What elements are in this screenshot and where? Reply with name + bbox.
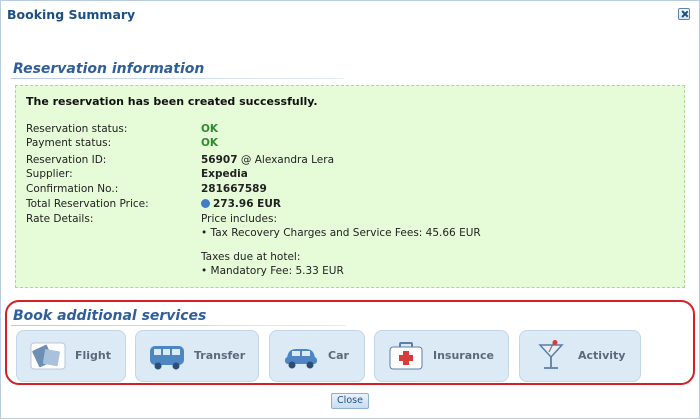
supplier-value: Expedia (201, 168, 248, 180)
service-label: Insurance (433, 349, 494, 362)
supplier-label: Supplier: (26, 168, 73, 180)
confirmation-label: Confirmation No.: (26, 183, 119, 195)
bus-icon (150, 346, 184, 370)
status-label: Reservation status: (26, 123, 128, 135)
success-message: The reservation has been created success… (26, 95, 318, 108)
service-insurance-button[interactable]: Insurance (374, 330, 509, 382)
first-aid-icon (389, 342, 423, 370)
payment-label: Payment status: (26, 137, 112, 149)
reservation-section-title: Reservation information (13, 61, 205, 77)
price-amount: 273.96 EUR (213, 198, 281, 210)
reservation-info-box: The reservation has been created success… (15, 85, 685, 288)
close-button[interactable]: Close (331, 393, 369, 409)
service-label: Transfer (194, 349, 246, 362)
additional-section-title: Book additional services (13, 308, 207, 324)
dialog-titlebar: Booking Summary (1, 1, 699, 29)
service-flight-button[interactable]: Flight (16, 330, 126, 382)
car-icon (285, 349, 317, 369)
booking-summary-dialog: Booking Summary Reservation information … (0, 0, 700, 419)
service-label: Activity (578, 349, 626, 362)
mandatory-fee: • Mandatory Fee: 5.33 EUR (201, 265, 344, 277)
status-value: OK (201, 123, 219, 135)
info-icon[interactable] (201, 199, 210, 208)
reservation-id-number: 56907 (201, 154, 238, 166)
service-activity-button[interactable]: Activity (519, 330, 641, 382)
cocktail-icon (538, 340, 564, 369)
price-label: Total Reservation Price: (26, 198, 149, 210)
service-transfer-button[interactable]: Transfer (135, 330, 259, 382)
reservation-agent: @ Alexandra Lera (240, 154, 335, 166)
section-divider (11, 78, 344, 79)
price-value: 273.96 EUR (201, 198, 281, 210)
reservation-id-value: 56907 @ Alexandra Lera (201, 154, 334, 166)
close-icon[interactable] (678, 8, 690, 20)
service-label: Flight (75, 349, 112, 362)
confirmation-value: 281667589 (201, 183, 267, 195)
rate-label: Rate Details: (26, 213, 94, 225)
price-includes: Price includes: (201, 213, 278, 225)
dialog-title: Booking Summary (7, 7, 136, 22)
tax-item: • Tax Recovery Charges and Service Fees:… (201, 227, 481, 239)
reservation-id-label: Reservation ID: (26, 154, 107, 166)
service-car-button[interactable]: Car (269, 330, 365, 382)
taxes-hotel: Taxes due at hotel: (201, 251, 301, 263)
flight-icon (30, 342, 66, 370)
section-divider (11, 325, 346, 326)
payment-value: OK (201, 137, 219, 149)
service-label: Car (328, 349, 349, 362)
